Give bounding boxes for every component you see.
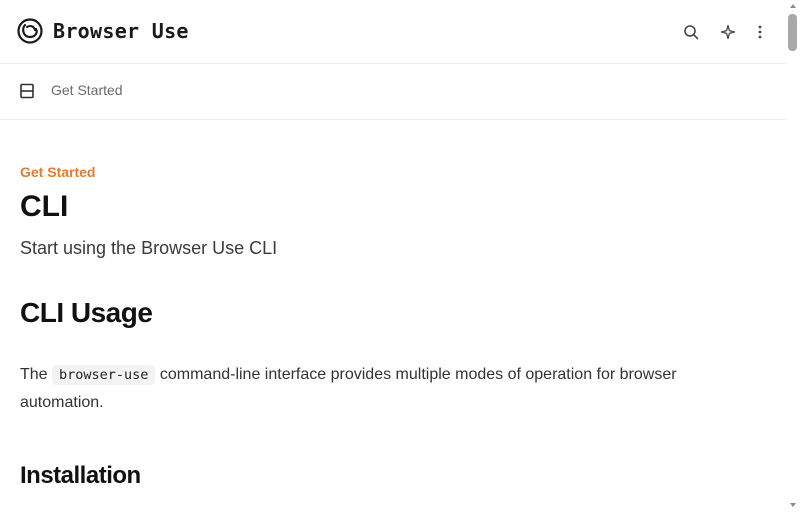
search-icon — [684, 25, 699, 40]
more-options-button[interactable] — [746, 18, 774, 46]
menu-icon — [20, 83, 34, 99]
brand-name: Browser Use — [53, 19, 189, 43]
brand-link[interactable]: Browser Use — [17, 18, 189, 44]
search-button[interactable] — [677, 18, 705, 46]
page-title: CLI — [20, 190, 69, 223]
page-description: Start using the Browser Use CLI — [20, 238, 278, 258]
ask-ai-button[interactable] — [714, 18, 742, 46]
heading-anchor-link-cli-usage[interactable] — [0, 297, 20, 329]
heading-cli-usage[interactable]: CLI Usage — [20, 297, 153, 329]
sidebar-toggle-button[interactable] — [20, 83, 34, 99]
sparkle-icon — [720, 24, 736, 40]
heading-anchor-link-installation[interactable] — [0, 462, 20, 494]
more-vertical-icon — [758, 25, 762, 39]
scrollbar-thumb[interactable] — [788, 14, 797, 51]
intro-paragraph: The browser-use command-line interface p… — [20, 361, 760, 417]
section-eyebrow: Get Started — [20, 164, 96, 180]
scroll-up-arrow-icon[interactable] — [787, 0, 799, 12]
browser-use-logo-icon — [17, 18, 43, 44]
breadcrumb[interactable]: Get Started — [51, 82, 123, 98]
heading-installation[interactable]: Installation — [20, 462, 141, 490]
scroll-down-arrow-icon[interactable] — [787, 499, 799, 511]
paragraph-text-start: The — [20, 366, 53, 383]
top-header: Browser Use — [0, 0, 786, 64]
inline-code: browser-use — [52, 365, 156, 385]
